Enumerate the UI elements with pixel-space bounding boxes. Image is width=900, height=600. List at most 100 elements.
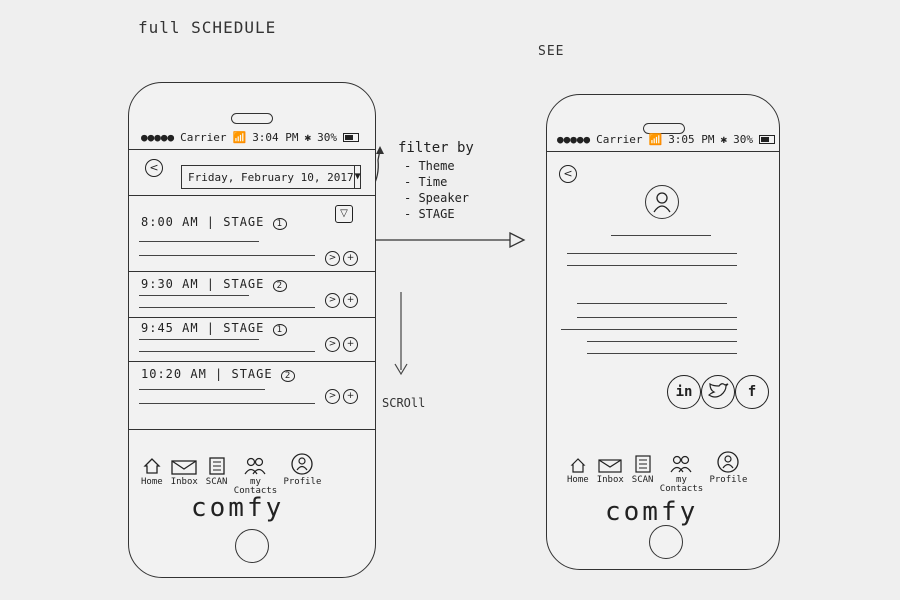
status-bar: ●●●●● Carrier 📶 3:04 PM ✱ 30%	[141, 131, 360, 144]
carrier-label: Carrier	[596, 133, 643, 146]
speaker-avatar	[645, 185, 679, 219]
text-placeholder-line	[139, 255, 315, 256]
tab-home[interactable]: Home	[141, 453, 163, 496]
scan-icon	[208, 453, 226, 475]
back-icon[interactable]: <	[559, 165, 577, 183]
text-placeholder-line	[139, 351, 315, 352]
text-placeholder-line	[577, 317, 737, 318]
home-button[interactable]	[235, 529, 269, 563]
tab-label: Home	[141, 477, 163, 487]
filter-icon[interactable]: ▽	[335, 205, 353, 223]
status-time: 3:05 PM	[668, 133, 715, 146]
text-placeholder-line	[139, 389, 265, 390]
tab-label: Profile	[283, 477, 322, 487]
text-placeholder-line	[587, 353, 737, 354]
header-divider	[129, 195, 375, 196]
facebook-icon[interactable]: f	[735, 375, 769, 409]
tab-bar: Home Inbox SCAN my Contacts Profile	[141, 453, 321, 496]
tab-bar: Home Inbox SCAN my Contacts Profile	[567, 451, 747, 494]
profile-icon	[291, 453, 314, 475]
chevron-right-icon[interactable]: >	[325, 293, 340, 308]
session-title: 8:00 AM | STAGE 1	[141, 215, 288, 230]
tab-contacts[interactable]: my Contacts	[234, 453, 277, 496]
tab-profile[interactable]: Profile	[709, 451, 747, 494]
tab-inbox[interactable]: Inbox	[171, 453, 198, 496]
contacts-icon	[670, 451, 692, 473]
text-placeholder-line	[139, 241, 259, 242]
session-divider	[129, 317, 375, 318]
tab-label: my Contacts	[659, 475, 704, 494]
signal-icon: ●●●●●	[557, 133, 591, 146]
wifi-icon: 📶	[648, 133, 663, 146]
signal-icon: ●●●●●	[141, 131, 175, 144]
home-button[interactable]	[649, 525, 683, 559]
bluetooth-icon: ✱	[720, 133, 728, 146]
status-divider	[129, 149, 375, 150]
session-title: 9:30 AM | STAGE 2	[141, 277, 288, 292]
chevron-right-icon[interactable]: >	[325, 251, 340, 266]
text-placeholder-line	[139, 295, 249, 296]
text-placeholder-line	[139, 339, 259, 340]
text-placeholder-line	[587, 341, 737, 342]
text-placeholder-line	[139, 307, 315, 308]
tab-scan[interactable]: SCAN	[631, 451, 654, 494]
app-brand: comfy	[605, 497, 699, 527]
text-placeholder-line	[561, 329, 737, 330]
text-placeholder-line	[139, 403, 315, 404]
text-placeholder-line	[567, 253, 737, 254]
plus-icon[interactable]: +	[343, 293, 358, 308]
date-label: Friday, February 10, 2017	[188, 170, 354, 184]
phone-speaker	[231, 113, 273, 124]
plus-icon[interactable]: +	[343, 251, 358, 266]
tab-inbox[interactable]: Inbox	[597, 451, 624, 494]
back-icon[interactable]: <	[145, 159, 163, 177]
tab-home[interactable]: Home	[567, 451, 589, 494]
tab-label: SCAN	[631, 475, 654, 485]
mail-icon	[171, 453, 197, 475]
tab-profile[interactable]: Profile	[283, 453, 321, 496]
tab-contacts[interactable]: my Contacts	[659, 451, 704, 494]
profile-icon	[653, 192, 671, 213]
session-divider	[129, 271, 375, 272]
text-placeholder-line	[567, 265, 737, 266]
mail-icon	[598, 451, 622, 473]
date-selector[interactable]: Friday, February 10, 2017 ▼	[181, 165, 361, 189]
tab-label: SCAN	[205, 477, 228, 487]
linkedin-icon[interactable]: in	[667, 375, 701, 409]
status-divider	[547, 151, 779, 152]
tab-scan[interactable]: SCAN	[205, 453, 228, 496]
plus-icon[interactable]: +	[343, 389, 358, 404]
chevron-right-icon[interactable]: >	[325, 337, 340, 352]
home-icon	[143, 453, 161, 475]
battery-percent: 30%	[733, 133, 754, 146]
text-placeholder-line	[577, 303, 727, 304]
text-placeholder-line	[611, 235, 711, 236]
tab-label: Home	[567, 475, 589, 485]
app-brand: comfy	[191, 493, 285, 523]
profile-icon	[717, 451, 740, 473]
twitter-icon[interactable]	[701, 375, 735, 409]
phone-schedule: ●●●●● Carrier 📶 3:04 PM ✱ 30% < Friday, …	[128, 82, 376, 578]
plus-icon[interactable]: +	[343, 337, 358, 352]
detail-arrowhead	[509, 231, 526, 249]
home-icon	[570, 451, 586, 473]
session-divider	[129, 361, 375, 362]
filter-arrowhead	[376, 146, 384, 154]
tab-label: Inbox	[596, 475, 624, 485]
status-time: 3:04 PM	[252, 131, 299, 144]
tab-label: Profile	[709, 475, 748, 485]
phone-detail: ●●●●● Carrier 📶 3:05 PM ✱ 30% < in f Hom…	[546, 94, 780, 570]
wifi-icon: 📶	[232, 131, 247, 144]
contacts-icon	[244, 453, 266, 475]
caret-down-icon[interactable]: ▼	[353, 166, 361, 188]
session-title: 9:45 AM | STAGE 1	[141, 321, 288, 336]
battery-icon	[759, 135, 776, 144]
tabbar-divider	[129, 429, 375, 430]
status-bar: ●●●●● Carrier 📶 3:05 PM ✱ 30%	[557, 133, 776, 146]
scan-icon	[634, 451, 652, 473]
battery-icon	[343, 133, 360, 142]
carrier-label: Carrier	[180, 131, 227, 144]
session-title: 10:20 AM | STAGE 2	[141, 367, 296, 382]
bluetooth-icon: ✱	[304, 131, 312, 144]
chevron-right-icon[interactable]: >	[325, 389, 340, 404]
